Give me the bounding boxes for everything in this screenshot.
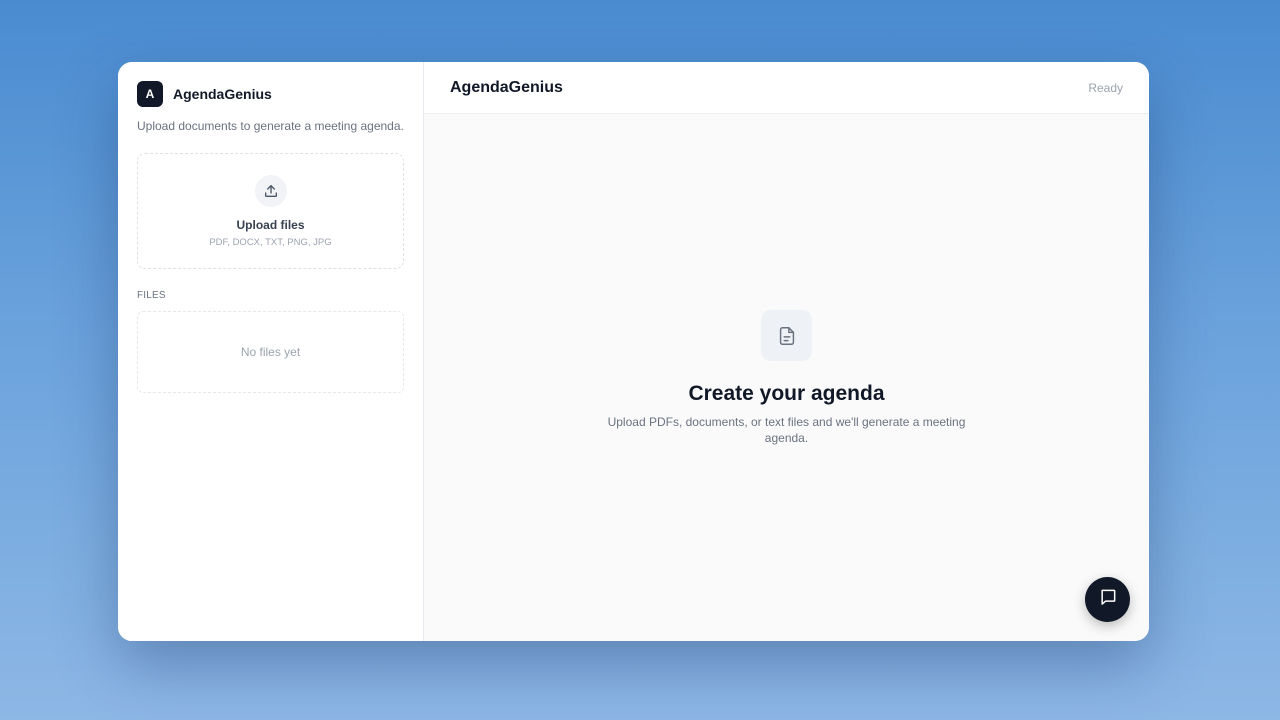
header: AgendaGenius Ready bbox=[424, 62, 1149, 114]
sidebar-subtitle: Upload documents to generate a meeting a… bbox=[137, 119, 404, 133]
main-panel: AgendaGenius Ready Create your agenda Up… bbox=[424, 62, 1149, 641]
upload-title: Upload files bbox=[236, 218, 305, 232]
brand-logo: A bbox=[137, 81, 163, 107]
chat-icon bbox=[1098, 587, 1118, 612]
brand: A AgendaGenius bbox=[137, 81, 404, 107]
brand-name: AgendaGenius bbox=[173, 86, 272, 102]
empty-state-description: Upload PDFs, documents, or text files an… bbox=[607, 415, 966, 445]
upload-icon bbox=[254, 175, 287, 207]
empty-state: Create your agenda Upload PDFs, document… bbox=[424, 310, 1149, 446]
status-text: Ready bbox=[1088, 80, 1123, 95]
app-window: A AgendaGenius Upload documents to gener… bbox=[118, 62, 1149, 641]
header-title: AgendaGenius bbox=[450, 78, 563, 96]
chat-button[interactable] bbox=[1085, 577, 1130, 622]
upload-dropzone[interactable]: Upload files PDF, DOCX, TXT, PNG, JPG bbox=[137, 153, 404, 269]
files-empty-state: No files yet bbox=[137, 311, 404, 393]
empty-state-title: Create your agenda bbox=[688, 382, 885, 405]
upload-hint: PDF, DOCX, TXT, PNG, JPG bbox=[209, 237, 332, 248]
document-icon bbox=[761, 310, 812, 361]
sidebar: A AgendaGenius Upload documents to gener… bbox=[118, 62, 424, 641]
files-section-label: FILES bbox=[137, 290, 166, 301]
